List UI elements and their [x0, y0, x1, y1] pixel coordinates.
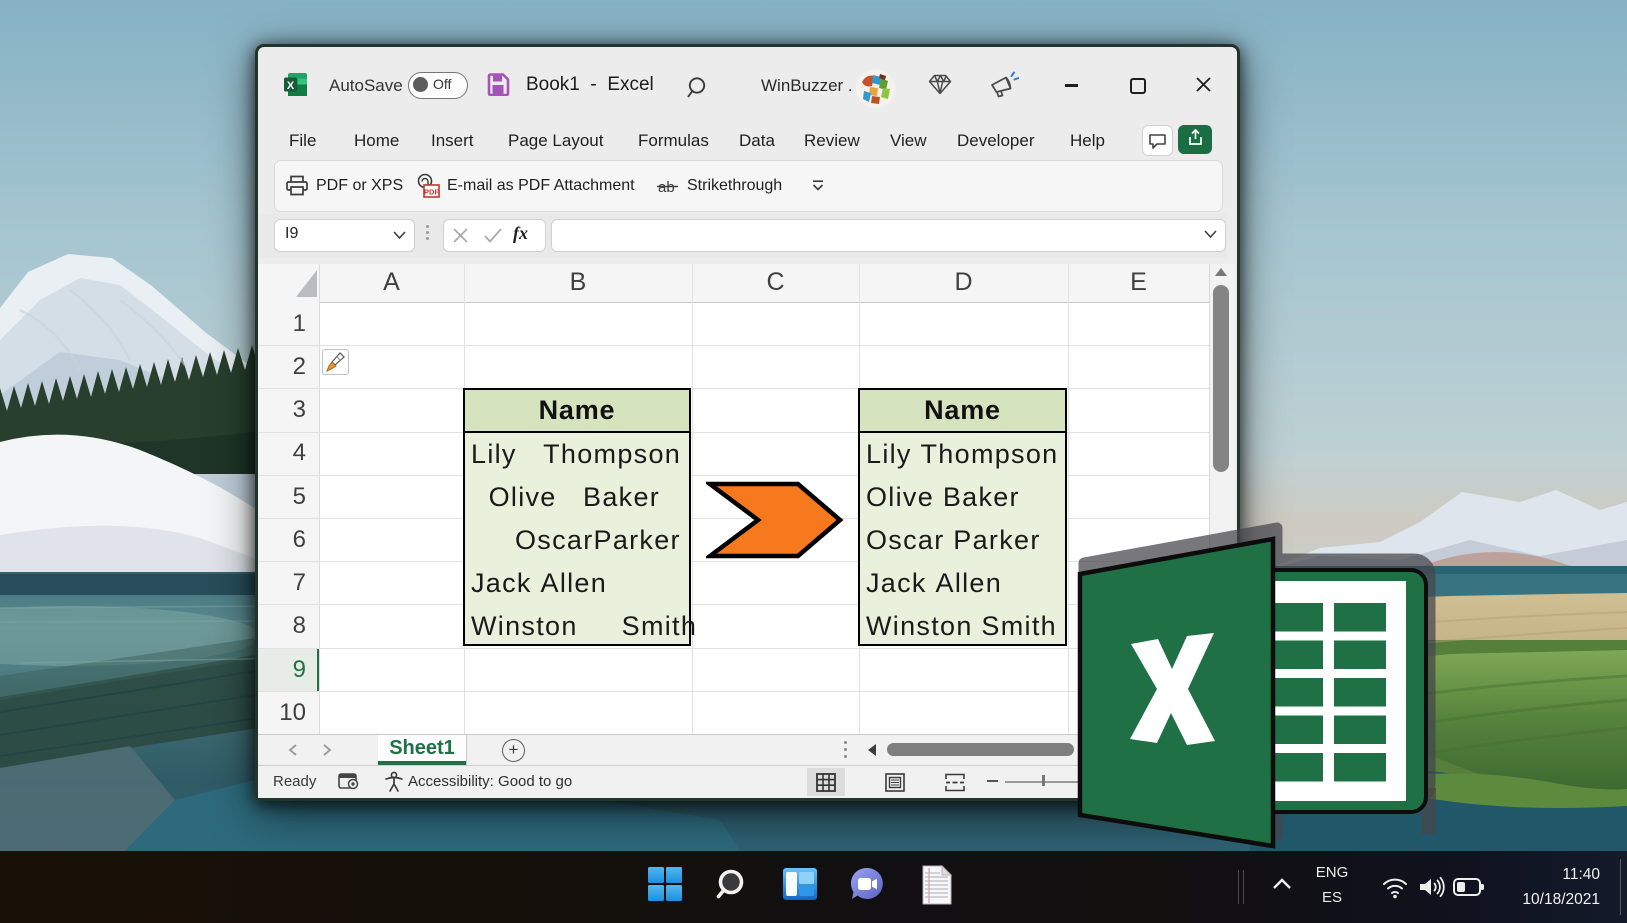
- svg-text:ab: ab: [658, 179, 675, 196]
- svg-text:PDF: PDF: [424, 188, 439, 197]
- svg-text:X: X: [287, 80, 295, 92]
